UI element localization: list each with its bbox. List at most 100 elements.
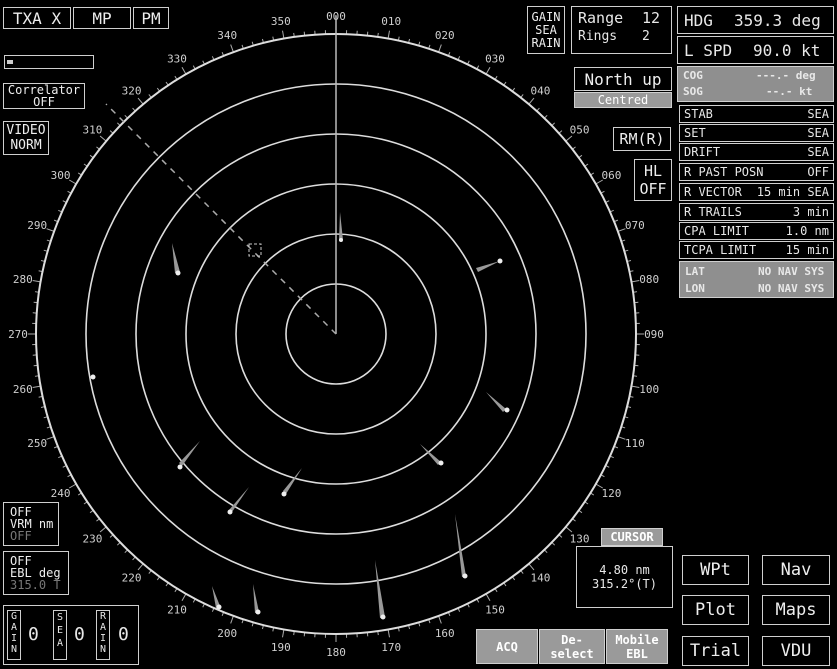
- vrm-button[interactable]: OFF VRM nm OFF: [3, 502, 59, 546]
- wpt-button[interactable]: WPt: [682, 555, 749, 585]
- hdg-label: HDG: [684, 11, 713, 30]
- txa-button[interactable]: TXA X: [3, 7, 71, 29]
- pm-label: PM: [141, 8, 161, 28]
- trails-label: R TRAILS: [684, 205, 742, 219]
- vector-value: 15 min SEA: [756, 185, 829, 199]
- bearing-label-100: 100: [639, 383, 659, 396]
- bearing-tick: [137, 563, 144, 571]
- bearing-label-180: 180: [326, 646, 346, 659]
- trial-button[interactable]: Trial: [682, 636, 749, 666]
- centred-button[interactable]: Centred: [574, 92, 672, 108]
- sea-control-label[interactable]: S E A: [53, 610, 67, 660]
- rm-label: RM(R): [619, 130, 665, 148]
- rain-value: 0: [118, 624, 129, 645]
- set-row[interactable]: SET SEA: [679, 124, 834, 142]
- gain-sea-rain-controls: G A I N 0 S E A 0 R A I N 0: [3, 605, 139, 665]
- bearing-tick: [32, 385, 41, 388]
- ebl-value: 315.0 T: [10, 578, 61, 592]
- acq-label: ACQ: [496, 639, 518, 654]
- bearing-tick: [387, 30, 390, 39]
- bearing-label-280: 280: [13, 273, 33, 286]
- cursor-bearing: 315.2°(T): [591, 577, 658, 591]
- cursor-range: 4.80 nm: [599, 563, 650, 577]
- cpa-row[interactable]: CPA LIMIT 1.0 nm: [679, 222, 834, 240]
- bearing-label-320: 320: [122, 84, 142, 97]
- bearing-label-190: 190: [271, 641, 291, 654]
- bearing-label-120: 120: [601, 487, 621, 500]
- tune-bar[interactable]: [4, 55, 94, 69]
- bearing-label-170: 170: [381, 641, 401, 654]
- target-echo: [90, 374, 96, 380]
- stab-row[interactable]: STAB SEA: [679, 105, 834, 123]
- rings-value: 2: [642, 29, 650, 44]
- bearing-tick: [485, 593, 491, 601]
- past-posn-label: R PAST POSN: [684, 165, 764, 179]
- bearing-label-040: 040: [530, 84, 550, 97]
- cpa-value: 1.0 nm: [785, 224, 829, 238]
- bearing-label-050: 050: [570, 124, 590, 137]
- rain-control-label[interactable]: R A I N: [96, 610, 110, 660]
- target-echo: [486, 392, 510, 413]
- maps-button[interactable]: Maps: [762, 595, 830, 625]
- bearing-tick: [387, 629, 390, 638]
- pm-button[interactable]: PM: [133, 7, 169, 29]
- bearing-label-160: 160: [435, 627, 455, 640]
- mobile-ebl-button[interactable]: Mobile EBL: [606, 629, 668, 664]
- bearing-tick: [32, 280, 41, 283]
- rm-button[interactable]: RM(R): [613, 127, 671, 151]
- stab-label: STAB: [684, 107, 713, 121]
- target-echo: [375, 560, 386, 620]
- target-echo: [172, 243, 181, 276]
- bearing-label-300: 300: [51, 169, 71, 182]
- rings-label: Rings: [578, 29, 618, 44]
- drift-row[interactable]: DRIFT SEA: [679, 143, 834, 161]
- bearing-label-010: 010: [381, 15, 401, 28]
- video-label: VIDEO: [6, 123, 46, 138]
- bearing-tick: [528, 563, 535, 571]
- bearing-tick: [230, 615, 234, 624]
- past-posn-value: OFF: [807, 165, 829, 179]
- bearing-tick: [282, 629, 285, 638]
- txa-label: TXA X: [12, 8, 62, 28]
- plot-button[interactable]: Plot: [682, 595, 749, 625]
- lspd-box: L SPD 90.0 kt: [677, 36, 834, 64]
- video-button[interactable]: VIDEO NORM: [3, 121, 49, 155]
- vdu-button[interactable]: VDU: [762, 636, 830, 666]
- gain-sea-rain-button[interactable]: GAIN SEA RAIN: [527, 6, 565, 54]
- ebl-line: [105, 103, 337, 335]
- target-echo: [253, 584, 261, 615]
- target-echo: [227, 487, 249, 515]
- bearing-label-030: 030: [485, 53, 505, 66]
- bearing-tick: [99, 526, 107, 533]
- mobile-ebl-line1: Mobile: [615, 632, 659, 647]
- bearing-label-130: 130: [570, 532, 590, 545]
- nav-button[interactable]: Nav: [762, 555, 830, 585]
- mp-button[interactable]: MP: [73, 7, 131, 29]
- hl-state: OFF: [639, 180, 667, 198]
- lat-value: NO NAV SYS: [758, 265, 825, 278]
- bearing-tick: [137, 97, 144, 105]
- cpa-label: CPA LIMIT: [684, 224, 750, 238]
- acq-button[interactable]: ACQ: [476, 629, 538, 664]
- past-posn-row[interactable]: R PAST POSN OFF: [679, 163, 834, 181]
- bearing-label-110: 110: [625, 437, 645, 450]
- bearing-tick: [438, 615, 442, 624]
- range-box[interactable]: Range 12 Rings 2: [571, 6, 672, 54]
- gain-control-label[interactable]: G A I N: [7, 610, 21, 660]
- gsr-gain: GAIN: [531, 9, 561, 24]
- heading-line-button[interactable]: HL OFF: [634, 159, 672, 201]
- bearing-label-080: 080: [639, 273, 659, 286]
- vector-row[interactable]: R VECTOR 15 min SEA: [679, 183, 834, 201]
- correlator-button[interactable]: Correlator OFF: [3, 83, 85, 109]
- trails-row[interactable]: R TRAILS 3 min: [679, 203, 834, 221]
- trial-label: Trial: [689, 641, 742, 661]
- nav-label: Nav: [780, 560, 812, 580]
- deselect-button[interactable]: De- select: [539, 629, 605, 664]
- lon-value: NO NAV SYS: [758, 282, 825, 295]
- cursor-tab[interactable]: CURSOR: [601, 528, 663, 546]
- orientation-button[interactable]: North up: [574, 67, 672, 91]
- set-value: SEA: [807, 126, 829, 140]
- ebl-button[interactable]: OFF EBL deg 315.0 T: [3, 551, 69, 595]
- tcpa-row[interactable]: TCPA LIMIT 15 min: [679, 241, 834, 259]
- drift-label: DRIFT: [684, 145, 721, 159]
